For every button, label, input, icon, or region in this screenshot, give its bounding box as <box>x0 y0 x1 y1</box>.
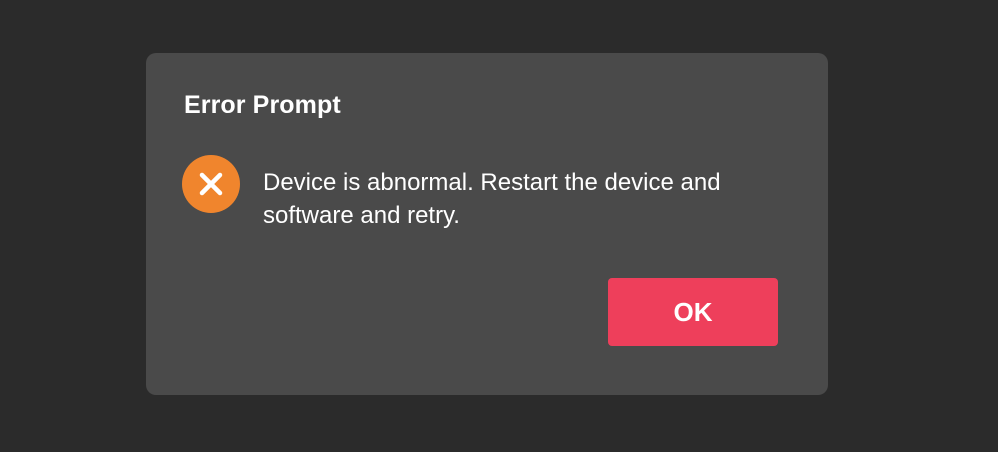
error-x-icon <box>182 155 240 213</box>
modal-overlay: Error Prompt Device is abnormal. Restart… <box>0 0 998 452</box>
error-dialog: Error Prompt Device is abnormal. Restart… <box>146 53 828 395</box>
x-glyph <box>199 172 223 196</box>
error-message: Device is abnormal. Restart the device a… <box>263 169 721 229</box>
dialog-title: Error Prompt <box>184 91 341 119</box>
ok-button[interactable]: OK <box>608 278 778 346</box>
